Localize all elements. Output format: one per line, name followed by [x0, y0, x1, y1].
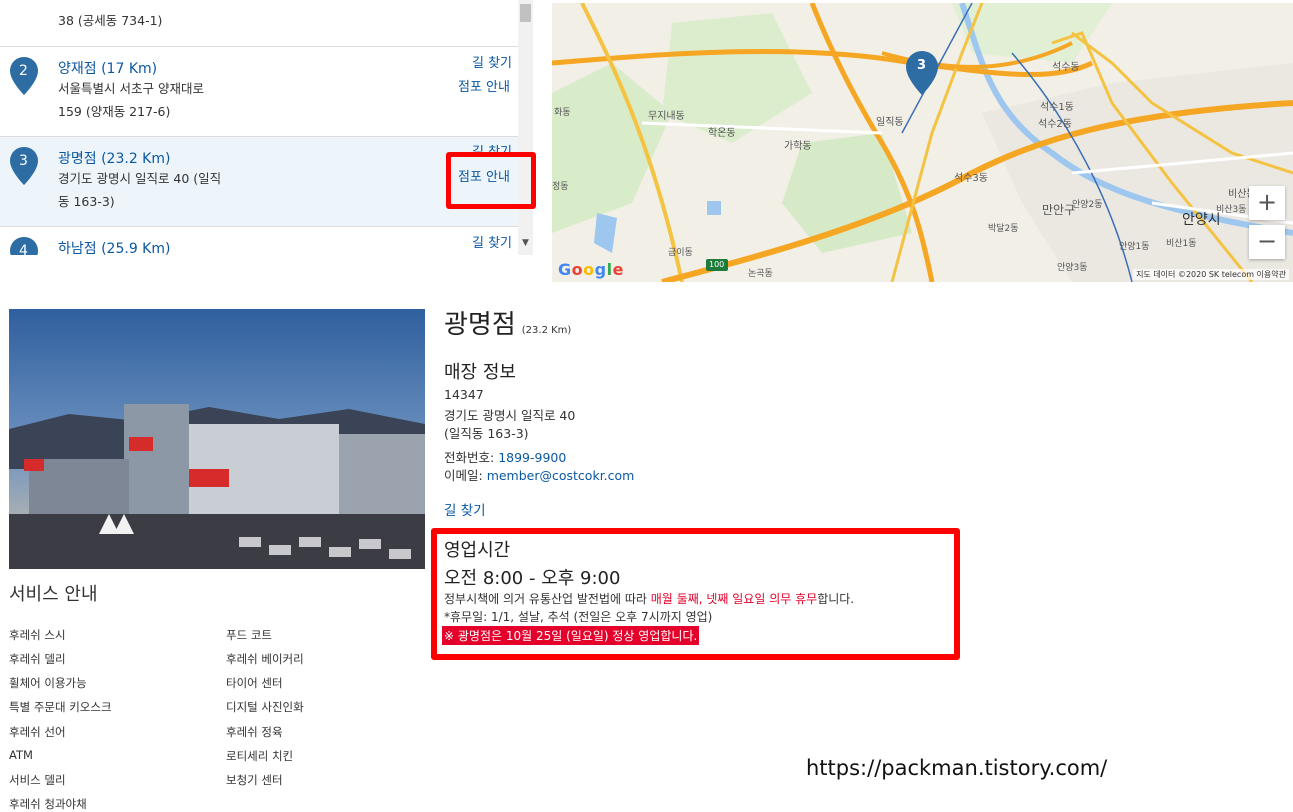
store-title-name: 광명점	[444, 310, 516, 340]
map-marker-label: 3	[917, 58, 927, 73]
postal-code: 14347	[444, 387, 484, 402]
hours-holidays: *휴무일: 1/1, 설날, 추석 (전일은 오후 7시까지 영업)	[444, 610, 713, 624]
map-place-label: 안양3동	[1057, 263, 1088, 273]
service-item: 로티세리 치킨	[226, 749, 294, 763]
service-item: ATM	[9, 748, 33, 762]
watermark-url: https://packman.tistory.com/	[806, 756, 1108, 780]
store-title: 광명점 (23.2 Km)	[444, 304, 571, 341]
service-item: 푸드 코트	[226, 628, 272, 642]
map-place-label: 논곡동	[748, 269, 773, 279]
email-row: 이메일: member@costcokr.com	[444, 465, 634, 484]
service-item: 후레쉬 베이커리	[226, 652, 304, 666]
map-place-label: 학온동	[708, 128, 736, 139]
map[interactable]: 3 100 석수동 석수1동 석수2동 석수3동 일직동 가학동 학온동 무지내…	[552, 3, 1293, 282]
pin-number: 3	[19, 153, 28, 169]
store-name[interactable]: 양재점 (17 Km)	[58, 58, 157, 78]
map-place-label: 안양1동	[1119, 242, 1150, 252]
phone-link[interactable]: 1899-9900	[498, 450, 566, 465]
service-item: 휠체어 이용가능	[9, 676, 87, 690]
map-place-label: 금이동	[668, 248, 693, 258]
map-place-label: 화동	[554, 108, 571, 118]
policy-suffix: 합니다.	[817, 592, 855, 606]
map-place-label: 석수2동	[1038, 119, 1072, 130]
address-line2: (일직동 163-3)	[444, 426, 529, 441]
store-info-link[interactable]: 점포 안내	[458, 76, 510, 95]
directions-link[interactable]: 길 찾기	[444, 499, 486, 519]
store-distance: (23.2 Km)	[521, 325, 572, 336]
list-item[interactable]: 4 하남점 (25.9 Km) 길 찾기	[0, 227, 518, 255]
highlight-annotation	[446, 152, 536, 209]
phone-row: 전화번호: 1899-9900	[444, 447, 566, 466]
hours-title: 영업시간	[444, 540, 511, 561]
map-place-label: 석수1동	[1040, 102, 1074, 113]
service-item: 특별 주문대 키오스크	[9, 700, 112, 714]
policy-highlight: 매월 둘째, 넷째 일요일 의무 휴무	[650, 592, 818, 606]
service-item: 서비스 델리	[9, 773, 66, 787]
zoom-out-button[interactable]: −	[1249, 225, 1285, 259]
route-shield-label: 100	[709, 260, 725, 269]
policy-prefix: 정부시책에 의거 유통산업 발전법에 따라	[444, 592, 651, 606]
scrollbar-thumb[interactable]	[520, 4, 531, 22]
map-place-label: 안양시	[1182, 212, 1221, 228]
directions-link[interactable]: 길 찾기	[472, 52, 512, 71]
store-address-line2: 38 (공세동 734-1)	[58, 13, 163, 28]
map-place-label: 가학동	[784, 141, 812, 152]
list-item-active[interactable]: 3 광명점 (23.2 Km) 경기도 광명시 일직로 40 (일직 동 163…	[0, 137, 518, 227]
pin-number: 2	[19, 63, 28, 79]
service-item: 디지털 사진인화	[226, 700, 304, 714]
map-place-label: 정동	[552, 182, 569, 192]
list-scrollbar[interactable]: ▼	[518, 0, 533, 255]
map-place-label: 일직동	[876, 117, 904, 128]
map-place-label: 안양2동	[1072, 200, 1103, 210]
google-logo: Google	[558, 260, 624, 279]
map-place-label: 석수3동	[954, 173, 988, 184]
store-address-line1: 경기도 광명시 일직로 40 (일직	[58, 171, 222, 186]
store-address-line2: 159 (양재동 217-6)	[58, 104, 171, 119]
service-item: 후레쉬 선어	[9, 725, 66, 739]
email-link[interactable]: member@costcokr.com	[487, 468, 635, 483]
phone-label: 전화번호:	[444, 450, 499, 465]
service-title: 서비스 안내	[9, 584, 98, 605]
store-name[interactable]: 하남점 (25.9 Km)	[58, 238, 170, 255]
service-item: 보청기 센터	[226, 773, 283, 787]
map-place-label: 박달2동	[988, 224, 1019, 234]
hours-policy: 정부시책에 의거 유통산업 발전법에 따라 매월 둘째, 넷째 일요일 의무 휴…	[444, 590, 854, 607]
scroll-down-arrow-icon[interactable]: ▼	[522, 238, 529, 248]
service-item: 후레쉬 정육	[226, 725, 283, 739]
list-item[interactable]: 2 양재점 (17 Km) 서울특별시 서초구 양재대로 159 (양재동 21…	[0, 47, 518, 137]
pin-number: 4	[19, 243, 28, 255]
email-label: 이메일:	[444, 468, 487, 483]
store-name[interactable]: 광명점 (23.2 Km)	[58, 148, 170, 168]
list-item[interactable]: 38 (공세동 734-1)	[0, 0, 518, 47]
address-line1: 경기도 광명시 일직로 40	[444, 408, 576, 423]
store-address-line1: 서울특별시 서초구 양재대로	[58, 81, 204, 96]
hours-time: 오전 8:00 - 오후 9:00	[444, 568, 621, 589]
map-place-label: 만안구	[1042, 203, 1076, 217]
service-item: 후레쉬 델리	[9, 652, 66, 666]
info-title: 매장 정보	[444, 362, 516, 383]
map-place-label: 비산3동	[1216, 205, 1247, 215]
zoom-in-button[interactable]: +	[1249, 186, 1285, 220]
store-address-line2: 동 163-3)	[58, 194, 115, 209]
store-list: 38 (공세동 734-1) 2 양재점 (17 Km) 서울특별시 서초구 양…	[0, 0, 533, 255]
map-place-label: 비산1동	[1166, 239, 1197, 249]
service-item: 타이어 센터	[226, 676, 283, 690]
map-place-label: 석수동	[1052, 62, 1080, 73]
map-place-label: 무지내동	[648, 111, 685, 122]
service-item: 후레쉬 스시	[9, 628, 66, 642]
special-notice: ※ 광명점은 10월 25일 (일요일) 정상 영업합니다.	[442, 626, 700, 645]
store-photo	[9, 309, 425, 569]
directions-link[interactable]: 길 찾기	[472, 232, 512, 251]
map-attribution[interactable]: 지도 데이터 ©2020 SK telecom 이용약관	[1133, 269, 1289, 280]
